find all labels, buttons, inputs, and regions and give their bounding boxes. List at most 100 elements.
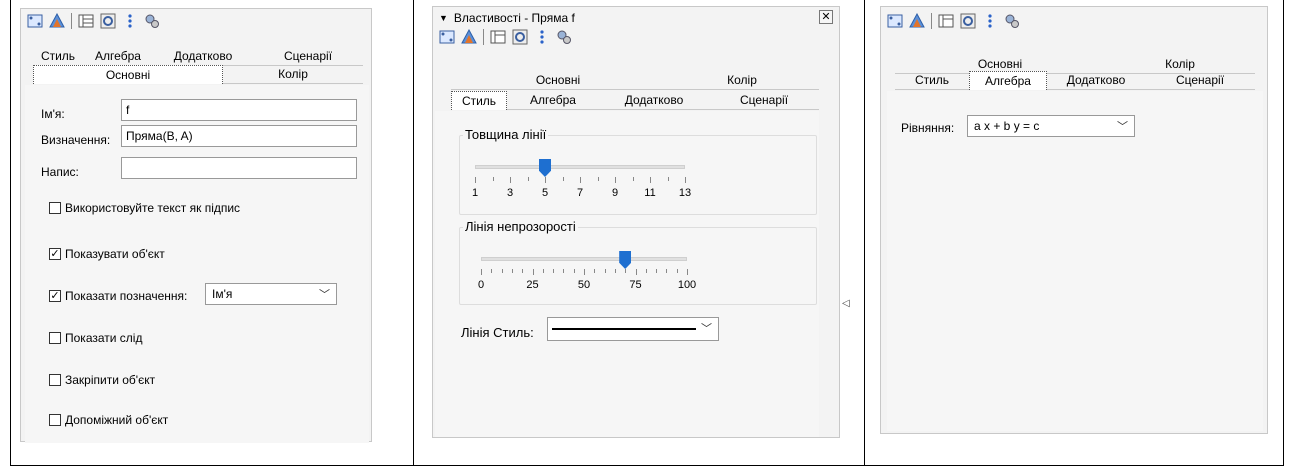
geometry-icon[interactable] bbox=[49, 12, 65, 29]
slider-tick bbox=[687, 269, 688, 275]
slider-tick bbox=[580, 177, 581, 183]
caption-label: Напис: bbox=[41, 165, 79, 179]
chevron-down-icon: ﹀ bbox=[319, 289, 330, 301]
name-label: Ім'я: bbox=[41, 107, 65, 121]
tab-row-2: Стиль Алгебра Додатково Сценарії bbox=[451, 91, 819, 110]
slider-tick bbox=[685, 177, 686, 183]
tab-row-1: Стиль Алгебра Додатково Сценарії bbox=[33, 47, 363, 66]
tab-algebra[interactable]: Алгебра bbox=[83, 47, 153, 66]
auxiliary-object-checkbox[interactable]: Допоміжний об'єкт bbox=[49, 413, 168, 427]
slider-tick-label: 1 bbox=[471, 187, 479, 199]
slider-thumb[interactable] bbox=[619, 251, 632, 269]
tab-scripting[interactable]: Сценарії bbox=[709, 91, 819, 110]
basic-tab-content: Ім'я: f Визначення: Пряма(B, A) Напис: В… bbox=[25, 85, 369, 443]
slider-tick bbox=[666, 269, 668, 273]
show-trace-checkbox[interactable]: Показати слід bbox=[49, 331, 142, 345]
objects-icon[interactable] bbox=[100, 13, 116, 29]
objects-icon[interactable] bbox=[960, 13, 976, 29]
algebra-view-icon[interactable] bbox=[78, 13, 94, 29]
equation-label: Рівняння: bbox=[901, 121, 955, 135]
tab-basic[interactable]: Основні bbox=[33, 65, 223, 84]
tab-advanced[interactable]: Додатково bbox=[599, 91, 709, 110]
show-label-dropdown[interactable]: Ім'я ﹀ bbox=[205, 283, 337, 305]
checkbox-box[interactable] bbox=[49, 332, 61, 344]
checkbox-box[interactable] bbox=[49, 414, 61, 426]
show-label-checkbox[interactable]: ✓ Показати позначення: bbox=[49, 289, 187, 303]
tab-algebra[interactable]: Алгебра bbox=[507, 91, 599, 110]
equation-dropdown-value: a x + b y = c bbox=[974, 119, 1040, 133]
tab-style[interactable]: Стиль bbox=[33, 47, 83, 66]
tab-style[interactable]: Стиль bbox=[451, 91, 507, 110]
graphics-view-icon[interactable] bbox=[27, 13, 43, 29]
algebra-view-icon[interactable] bbox=[938, 13, 954, 29]
settings-icon[interactable] bbox=[1004, 13, 1020, 29]
collapse-arrow-icon[interactable]: ◁ bbox=[842, 298, 850, 309]
slider-tick-label: 13 bbox=[678, 187, 692, 199]
geometry-icon[interactable] bbox=[461, 28, 477, 45]
checkmark-icon[interactable]: ✓ bbox=[49, 290, 61, 302]
settings-icon[interactable] bbox=[556, 29, 572, 45]
use-text-as-caption-checkbox[interactable]: Використовуйте текст як підпис bbox=[49, 201, 240, 215]
fix-object-checkbox[interactable]: Закріпити об'єкт bbox=[49, 373, 155, 387]
more-icon[interactable] bbox=[982, 13, 998, 29]
show-object-label: Показувати об'єкт bbox=[65, 247, 165, 261]
algebra-view-icon[interactable] bbox=[490, 29, 506, 45]
slider-track[interactable] bbox=[481, 257, 687, 261]
opacity-title: Лінія непрозорості bbox=[463, 219, 578, 234]
slider-tick bbox=[563, 269, 565, 273]
thickness-title: Товщина лінії bbox=[463, 127, 549, 142]
toolbar-separator bbox=[931, 13, 932, 29]
tab-scripting[interactable]: Сценарії bbox=[253, 47, 363, 66]
slider-tick-label: 11 bbox=[644, 187, 656, 199]
panel-header: ▼ Властивості - Пряма f bbox=[439, 11, 575, 25]
settings-icon[interactable] bbox=[144, 13, 160, 29]
slider-tick bbox=[532, 269, 534, 275]
tab-advanced[interactable]: Додатково bbox=[1047, 71, 1145, 90]
tab-algebra[interactable]: Алгебра bbox=[969, 71, 1047, 90]
slider-tick-label: 5 bbox=[541, 187, 549, 199]
collapse-icon[interactable]: ▼ bbox=[439, 13, 448, 23]
equation-dropdown[interactable]: a x + b y = c ﹀ bbox=[967, 115, 1135, 137]
thickness-slider[interactable]: 1 3 5 7 9 11 13 bbox=[471, 159, 691, 203]
geometry-icon[interactable] bbox=[909, 12, 925, 29]
tab-basic[interactable]: Основні bbox=[451, 71, 665, 90]
slider-thumb[interactable] bbox=[539, 159, 551, 177]
slider-track[interactable] bbox=[475, 165, 685, 169]
name-field[interactable]: f bbox=[121, 99, 357, 121]
properties-panel-middle: ▼ Властивості - Пряма f ✕ Основні Колір … bbox=[432, 6, 840, 438]
use-text-as-caption-label: Використовуйте текст як підпис bbox=[65, 201, 241, 215]
checkbox-box[interactable] bbox=[49, 374, 61, 386]
objects-icon[interactable] bbox=[512, 29, 528, 45]
properties-panel-right: Основні Колір Стиль Алгебра Додатково Сц… bbox=[880, 6, 1268, 434]
tab-color[interactable]: Колір bbox=[223, 65, 363, 84]
auxiliary-object-label: Допоміжний об'єкт bbox=[65, 413, 169, 427]
show-label-label: Показати позначення: bbox=[65, 289, 188, 303]
checkbox-box[interactable] bbox=[49, 202, 61, 214]
show-object-checkbox[interactable]: ✓ Показувати об'єкт bbox=[49, 247, 165, 261]
graphics-view-icon[interactable] bbox=[887, 13, 903, 29]
definition-field[interactable]: Пряма(B, A) bbox=[121, 125, 357, 147]
slider-tick bbox=[481, 269, 482, 275]
checkmark-icon[interactable]: ✓ bbox=[49, 248, 61, 260]
slider-tick bbox=[562, 177, 564, 181]
more-icon[interactable] bbox=[122, 13, 138, 29]
tab-style[interactable]: Стиль bbox=[895, 71, 969, 90]
slider-tick bbox=[501, 269, 503, 273]
slider-tick bbox=[650, 177, 651, 183]
tab-row-2: Основні Колір bbox=[33, 65, 363, 84]
caption-field[interactable] bbox=[121, 157, 357, 179]
toolbar bbox=[21, 12, 371, 29]
slider-tick bbox=[645, 269, 647, 273]
graphics-view-icon[interactable] bbox=[439, 29, 455, 45]
tab-advanced[interactable]: Додатково bbox=[153, 47, 253, 66]
chevron-down-icon: ﹀ bbox=[1117, 121, 1128, 133]
slider-tick bbox=[491, 269, 493, 273]
more-icon[interactable] bbox=[534, 29, 550, 45]
slider-tick bbox=[511, 269, 513, 273]
opacity-slider[interactable]: 0 25 50 75 100 bbox=[478, 251, 696, 295]
tab-scripting[interactable]: Сценарії bbox=[1145, 71, 1255, 90]
close-icon[interactable]: ✕ bbox=[819, 10, 833, 24]
tab-color[interactable]: Колір bbox=[665, 71, 819, 90]
line-style-dropdown[interactable]: ﹀ bbox=[547, 317, 719, 341]
slider-tick bbox=[635, 269, 637, 275]
